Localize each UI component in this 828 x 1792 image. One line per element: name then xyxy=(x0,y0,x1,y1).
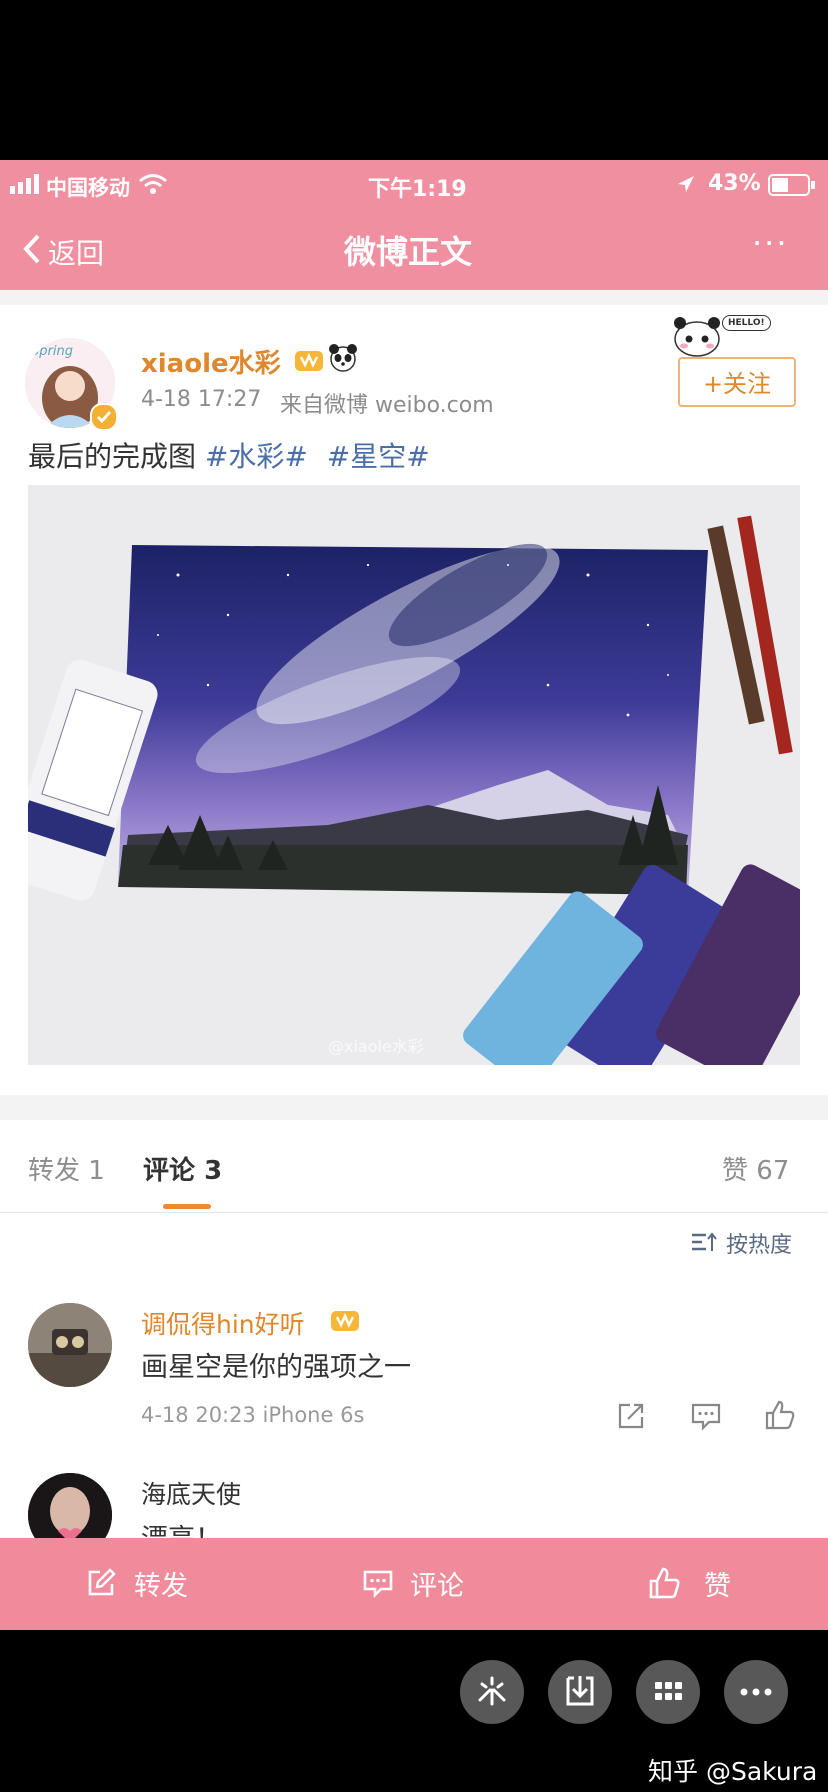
comment-username[interactable]: 调侃得hin好听 xyxy=(141,1305,305,1341)
comments-section: 按热度 调侃得hin好听 画星空是你的强项之一 4-18 20:23 iPhon… xyxy=(0,1213,828,1538)
like-icon[interactable] xyxy=(764,1399,796,1431)
comment-item: 调侃得hin好听 画星空是你的强项之一 4-18 20:23 iPhone 6s xyxy=(0,1285,828,1465)
more-button[interactable]: ··· xyxy=(752,224,789,262)
wifi-icon xyxy=(138,172,168,196)
battery-percent: 43% xyxy=(708,171,761,196)
post-card: Spring xiaole水彩 4-18 17:27 来自微博 weibo.co… xyxy=(0,305,828,1095)
share-icon[interactable] xyxy=(616,1401,646,1431)
back-button[interactable]: 返回 xyxy=(22,226,122,272)
comment-icon[interactable] xyxy=(690,1401,722,1431)
post-tag-starry-sky[interactable]: #星空# xyxy=(327,440,430,473)
post-text-main: 最后的完成图 xyxy=(28,440,197,473)
panda-icon xyxy=(328,343,358,373)
post-text: 最后的完成图 #水彩# #星空# xyxy=(28,435,430,475)
tab-likes-label: 赞 xyxy=(722,1156,749,1186)
vip-crown-icon xyxy=(330,1305,360,1333)
tab-comments[interactable]: 评论 3 xyxy=(143,1150,222,1187)
comment-icon xyxy=(362,1568,394,1599)
grid-icon xyxy=(655,1682,682,1700)
tab-repost-label: 转发 xyxy=(28,1156,81,1186)
signal-icon xyxy=(10,174,40,194)
post-timestamp: 4-18 17:27 xyxy=(141,387,262,412)
status-bar: 中国移动 下午1:19 43% xyxy=(0,160,828,210)
sparkle-button[interactable] xyxy=(460,1660,524,1724)
bottom-overlay: 知乎 @Sakura xyxy=(0,1630,828,1792)
more-button-floating[interactable] xyxy=(724,1660,788,1724)
comment-avatar[interactable] xyxy=(28,1473,112,1538)
download-button[interactable] xyxy=(548,1660,612,1724)
download-icon xyxy=(566,1676,594,1706)
tab-comments-label: 评论 xyxy=(143,1156,196,1186)
verified-badge-icon xyxy=(90,403,118,431)
comment-avatar[interactable] xyxy=(28,1303,112,1387)
comment-text: 漂亮！ xyxy=(141,1517,222,1538)
battery-icon xyxy=(768,174,818,196)
more-dots-icon xyxy=(740,1688,772,1696)
vip-crown-icon xyxy=(294,345,324,373)
tab-active-indicator xyxy=(163,1204,211,1209)
sort-toggle[interactable]: 按热度 xyxy=(690,1225,820,1259)
tab-repost[interactable]: 转发 1 xyxy=(28,1150,105,1187)
comment-meta: 4-18 20:23 iPhone 6s xyxy=(141,1403,365,1427)
comment-item: 海底天使 漂亮！ xyxy=(0,1465,828,1538)
sparkle-icon xyxy=(478,1676,506,1706)
repost-label: 转发 xyxy=(134,1571,188,1602)
follow-button[interactable]: +关注 xyxy=(678,357,796,407)
nav-bar: 返回 微博正文 ··· xyxy=(0,210,828,290)
image-watermark: @xiaole水彩 xyxy=(328,1037,424,1056)
location-arrow-icon xyxy=(676,174,696,194)
tab-comments-count: 3 xyxy=(204,1156,223,1186)
comment-username[interactable]: 海底天使 xyxy=(141,1475,241,1511)
like-button[interactable]: 赞 xyxy=(648,1562,748,1606)
edit-icon xyxy=(86,1568,116,1598)
thumbs-up-icon xyxy=(648,1566,682,1600)
comment-label: 评论 xyxy=(410,1571,464,1602)
comment-text: 画星空是你的强项之一 xyxy=(141,1352,411,1383)
clock: 下午1:19 xyxy=(368,177,467,202)
post-image[interactable]: @xiaole水彩 xyxy=(28,485,800,1065)
tab-likes-count: 67 xyxy=(756,1156,790,1186)
carrier-label: 中国移动 xyxy=(46,176,130,200)
comment-button[interactable]: 评论 xyxy=(362,1562,482,1606)
tab-repost-count: 1 xyxy=(88,1156,105,1186)
post-source: 来自微博 weibo.com xyxy=(280,393,494,418)
post-tag-watercolor[interactable]: #水彩# xyxy=(205,440,308,473)
like-label: 赞 xyxy=(704,1571,731,1602)
sort-label: 按热度 xyxy=(726,1233,793,1258)
tabs-bar: 转发 1 评论 3 赞 67 xyxy=(0,1120,828,1213)
sort-icon xyxy=(690,1231,718,1255)
post-username[interactable]: xiaole水彩 xyxy=(141,343,281,380)
panda-mascot-icon xyxy=(672,311,722,357)
content-area: Spring xiaole水彩 4-18 17:27 来自微博 weibo.co… xyxy=(0,290,828,1538)
avatar-text: Spring xyxy=(31,344,73,359)
repost-button[interactable]: 转发 xyxy=(86,1562,206,1606)
bottom-toolbar: 转发 评论 赞 xyxy=(0,1538,828,1630)
chevron-left-icon xyxy=(22,234,42,264)
page-title: 微博正文 xyxy=(344,233,473,271)
back-label: 返回 xyxy=(48,237,105,270)
footer-watermark: 知乎 @Sakura xyxy=(648,1757,818,1786)
grid-button[interactable] xyxy=(636,1660,700,1724)
tab-likes[interactable]: 赞 67 xyxy=(722,1150,789,1187)
hello-bubble: HELLO! xyxy=(722,315,771,331)
